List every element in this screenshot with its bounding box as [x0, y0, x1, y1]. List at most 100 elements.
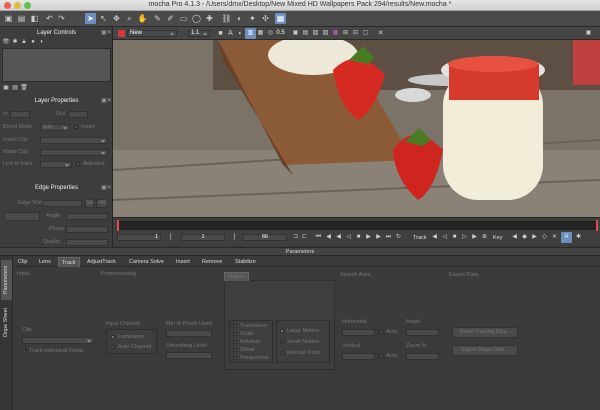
invert-checkbox[interactable]	[74, 125, 78, 129]
timeline-scrubber[interactable]	[117, 221, 598, 230]
surface-tool-icon[interactable]: ▦	[275, 13, 286, 24]
panel-close-icon[interactable]: ▣	[583, 28, 594, 39]
min-pixels-field[interactable]	[166, 330, 212, 337]
render-icon[interactable]: ▢	[360, 28, 371, 39]
smoothing-field[interactable]	[166, 352, 212, 359]
out-field[interactable]	[68, 111, 88, 118]
small-motion-radio[interactable]	[280, 340, 284, 344]
quality-field[interactable]	[66, 239, 108, 246]
adjusted-checkbox[interactable]	[76, 162, 80, 166]
set-out-icon[interactable]: ]	[229, 232, 240, 243]
link-tool-icon[interactable]: ⛓	[221, 13, 232, 24]
pan-tool-icon[interactable]: ✥	[111, 13, 122, 24]
export-tracking-data-button[interactable]: Export Tracking Data...	[452, 327, 518, 338]
open-icon[interactable]: ◧	[29, 13, 40, 24]
tab-remove[interactable]: Remove	[199, 257, 225, 267]
tab-adjust-track[interactable]: AdjustTrack	[84, 257, 119, 267]
panel-close-icon[interactable]: ▣✕	[101, 98, 112, 105]
auto-channel-label: Auto Channel	[118, 344, 152, 350]
lock-icon[interactable]: 🔒︎	[20, 38, 28, 46]
export-shape-data-button[interactable]: Export Shape Data...	[452, 345, 518, 356]
zoom-tool-icon[interactable]: ⌕	[124, 13, 135, 24]
blend-mode-select[interactable]: Add	[40, 124, 70, 131]
shear-checkbox[interactable]	[233, 348, 237, 352]
luminance-radio[interactable]	[111, 335, 115, 339]
phase-field[interactable]	[66, 226, 108, 233]
move-tool-icon[interactable]: ✣	[260, 13, 271, 24]
viewer-canvas[interactable]	[113, 40, 600, 217]
duplicate-layer-icon[interactable]: ▤	[11, 84, 19, 92]
track-individual-fields-checkbox[interactable]	[22, 349, 26, 353]
vertical-field[interactable]	[342, 353, 375, 360]
select-tool-icon[interactable]: ➤	[85, 13, 96, 24]
horizontal-auto-checkbox[interactable]	[379, 330, 383, 334]
manual-track-radio[interactable]	[280, 351, 284, 355]
gear-icon[interactable]: ✱	[11, 38, 19, 46]
translation-checkbox[interactable]	[233, 324, 237, 328]
edge-width-field[interactable]	[42, 200, 82, 207]
angle-field[interactable]	[66, 213, 108, 220]
matte-clip-select[interactable]	[40, 149, 108, 156]
circle-spline-tool-icon[interactable]: ◯	[191, 13, 202, 24]
close-viewer-icon[interactable]: ✕	[375, 28, 386, 39]
all-button[interactable]: All	[96, 199, 108, 208]
tab-track[interactable]: Track	[58, 257, 80, 267]
b-spline-tool-icon[interactable]: ✐	[165, 13, 176, 24]
auto-key-icon[interactable]: A	[561, 232, 572, 243]
color-icon[interactable]: ●	[29, 38, 37, 46]
magnet-tool-icon[interactable]: ◐	[234, 13, 245, 24]
layer-list[interactable]	[2, 48, 111, 82]
add-layer-icon[interactable]: ▣	[2, 84, 10, 92]
in-field[interactable]	[10, 111, 30, 118]
rect-spline-tool-icon[interactable]: ▭	[178, 13, 189, 24]
insert-clip-select[interactable]	[40, 137, 108, 144]
side-tab-parameters[interactable]: Parameters	[1, 260, 12, 300]
perspective-checkbox[interactable]	[233, 356, 237, 360]
undo-icon[interactable]: ↶	[44, 13, 55, 24]
in-point-marker[interactable]	[117, 220, 119, 231]
end-frame-field[interactable]: 66	[243, 234, 287, 241]
add-x-spline-icon[interactable]: ✚	[204, 13, 215, 24]
matte-icon[interactable]: ◐	[38, 38, 46, 46]
x-spline-tool-icon[interactable]: ✎	[152, 13, 163, 24]
save-icon[interactable]: ▣	[3, 13, 14, 24]
delete-layer-icon[interactable]: 🗑︎	[20, 84, 28, 92]
scale-checkbox[interactable]	[233, 332, 237, 336]
link-to-track-select[interactable]	[40, 161, 72, 168]
zoom-range-icon[interactable]: ⊏	[299, 232, 310, 243]
set-in-icon[interactable]: [	[165, 232, 176, 243]
settings-icon[interactable]: ✱	[573, 232, 584, 243]
hand-tool-icon[interactable]: ✋	[137, 13, 148, 24]
horizontal-field[interactable]	[342, 329, 375, 336]
panel-close-icon[interactable]: ▣✕	[101, 185, 112, 192]
loop-icon[interactable]: ↻	[393, 232, 404, 243]
large-motion-radio[interactable]	[280, 329, 284, 333]
eye-icon[interactable]: 👁	[2, 38, 10, 46]
panel-close-icon[interactable]: ▣✕	[101, 30, 112, 37]
tab-camera-solve[interactable]: Camera Solve	[126, 257, 167, 267]
current-frame-field[interactable]: 1	[181, 234, 225, 241]
clip-icon[interactable]: ▤	[16, 13, 27, 24]
vertical-auto-checkbox[interactable]	[379, 354, 383, 358]
set-button[interactable]: Set	[85, 199, 94, 208]
out-point-marker[interactable]	[596, 220, 598, 231]
side-tab-dope-sheet[interactable]: Dope Sheet	[1, 302, 12, 342]
brush-tool-icon[interactable]: ✦	[247, 13, 258, 24]
rotation-checkbox[interactable]	[233, 340, 237, 344]
tab-insert[interactable]: Insert	[173, 257, 193, 267]
tab-lens[interactable]: Lens	[36, 257, 54, 267]
auto-channel-radio[interactable]	[111, 345, 115, 349]
edge-mode-button[interactable]	[4, 212, 40, 221]
keyframe-toggle-icon[interactable]: ✕	[549, 232, 560, 243]
clip-select[interactable]: New	[127, 30, 177, 37]
start-frame-field[interactable]: 1	[117, 234, 161, 241]
add-point-tool-icon[interactable]: ↖	[98, 13, 109, 24]
search-angle-field[interactable]	[406, 329, 439, 336]
redo-icon[interactable]: ↷	[56, 13, 67, 24]
tab-clip[interactable]: Clip	[15, 257, 30, 267]
zoom-percent-field[interactable]	[406, 353, 439, 360]
input-clip-select[interactable]	[22, 337, 94, 344]
tab-stabilize[interactable]: Stabilize	[232, 257, 259, 267]
zoom-select[interactable]: 1:1	[188, 30, 210, 37]
track-options-icon[interactable]: ⊕	[479, 232, 490, 243]
